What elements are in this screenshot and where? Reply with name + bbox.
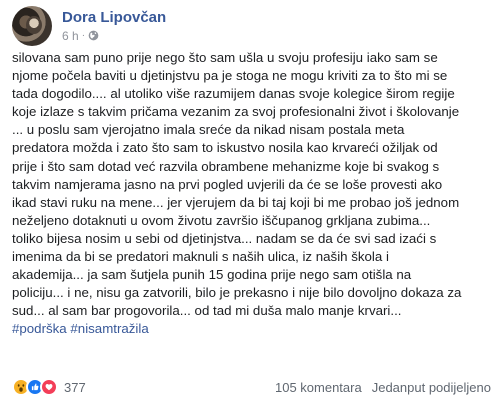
hashtag-nisamtrazila[interactable]: #nisamtražila (70, 321, 148, 336)
post-text-line: predatora možda i zato što sam to iskust… (12, 140, 438, 156)
post-timestamp[interactable]: 6 h (62, 28, 79, 44)
comments-count-link[interactable]: 105 komentara (275, 380, 362, 395)
shares-count-link[interactable]: Jedanput podijeljeno (372, 380, 491, 395)
post-footer: 377 105 komentara Jedanput podijeljeno (12, 374, 491, 400)
globe-icon (88, 30, 99, 41)
post-text-line: takvim namjerama jasno na prvi pogled uv… (12, 176, 443, 192)
post-text-line: akademija... ja sam šutjela punih 15 god… (12, 267, 412, 283)
hashtags: #podrška #nisamtražila (12, 320, 497, 338)
separator-dot: · (81, 29, 86, 41)
post-meta: Dora Lipovčan 6 h · (62, 9, 166, 44)
love-reaction-icon (40, 378, 58, 396)
reaction-summary[interactable]: 377 (12, 378, 86, 396)
post-text-line: toliko bijesa nosim u sebi od djetinjstv… (12, 230, 437, 246)
post-body: silovana sam puno prije nego što sam ušl… (12, 49, 497, 339)
post-time-row: 6 h · (62, 28, 166, 44)
post-text-line: prije i što sam dotad već razvila obramb… (12, 158, 440, 174)
hashtag-podrska[interactable]: #podrška (12, 321, 67, 336)
post-text-line: tada dogodilo.... al utoliko više razumi… (12, 86, 455, 102)
post-text-line: silovana sam puno prije nego što sam ušl… (12, 50, 438, 65)
reaction-count: 377 (64, 379, 86, 395)
post-text-line: sud... al sam bar progovorila... od tad … (12, 303, 402, 319)
avatar[interactable] (12, 6, 52, 46)
post-text-line: ikad stavi ruku na mene... jer vjerujem … (12, 194, 460, 210)
post-text-line: koje izlaze s takvim pričama vezanim za … (12, 104, 460, 120)
post-text-line: policiju... i ne, nisu ga zatvorili, bil… (12, 285, 462, 301)
post-text-line: neželjeno dotaknuti u ovom životu završi… (12, 212, 431, 228)
post-header: Dora Lipovčan 6 h · (12, 6, 166, 46)
post-text-line: imenima da bi se predatori maknuli s naš… (12, 249, 389, 265)
author-name[interactable]: Dora Lipovčan (62, 9, 166, 27)
post-text-line: njome počela baviti u djetinjstvu pa je … (12, 68, 448, 84)
post-text-line: ... u poslu sam vjerojatno imala sreće d… (12, 122, 405, 138)
